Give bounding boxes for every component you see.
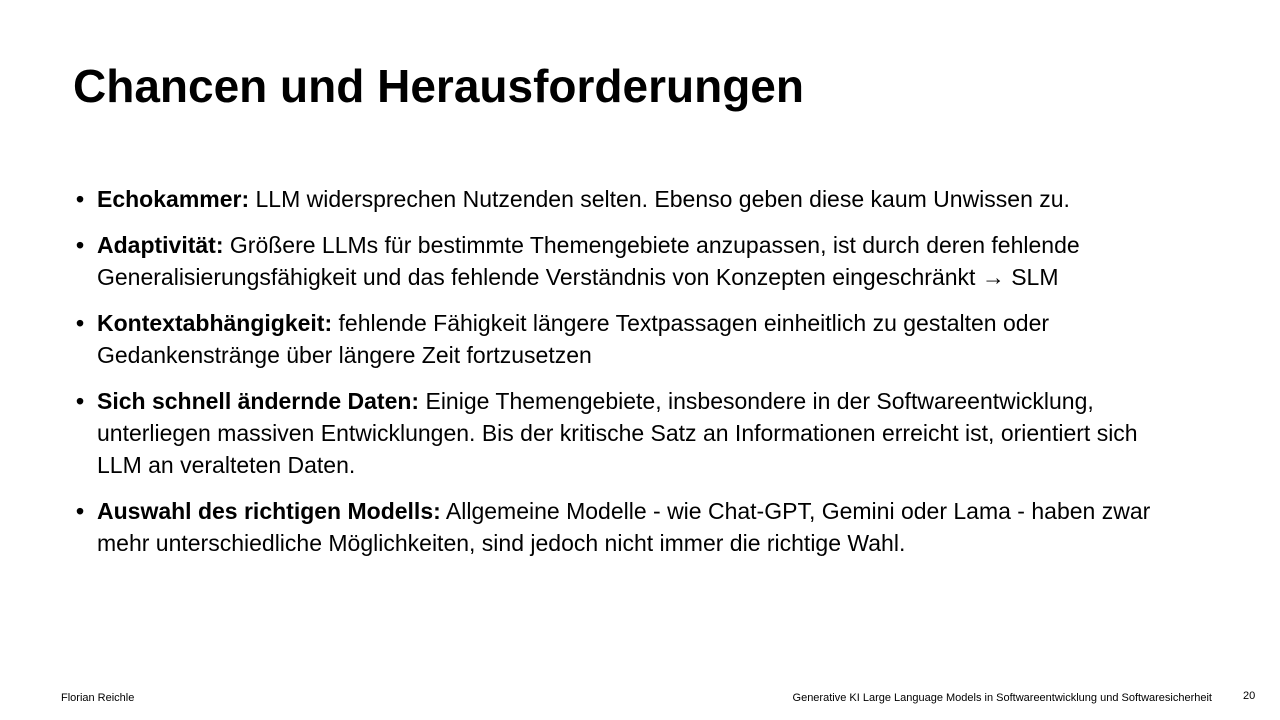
- bullet-dot-icon: •: [76, 388, 85, 414]
- bullet-dot-icon: •: [76, 310, 85, 336]
- bullet-item-modellauswahl: • Auswahl des richtigen Modells: Allgeme…: [76, 495, 1186, 559]
- bullet-dot-icon: •: [76, 232, 85, 258]
- bullet-term: Echokammer:: [97, 186, 250, 212]
- bullet-item-schnell-aendernde-daten: • Sich schnell ändernde Daten: Einige Th…: [76, 385, 1186, 481]
- footer-presentation-title: Generative KI Large Language Models in S…: [792, 692, 1212, 704]
- bullet-item-echokammer: • Echokammer: LLM widersprechen Nutzende…: [76, 183, 1186, 215]
- bullet-term: Auswahl des richtigen Modells:: [97, 498, 441, 524]
- page-number: 20: [1243, 690, 1256, 702]
- slide-title: Chancen und Herausforderungen: [73, 60, 804, 112]
- bullet-dot-icon: •: [76, 498, 85, 524]
- bullet-dot-icon: •: [76, 186, 85, 212]
- bullet-item-adaptivitaet: • Adaptivität: Größere LLMs für bestimmt…: [76, 229, 1186, 293]
- bullet-list: • Echokammer: LLM widersprechen Nutzende…: [76, 183, 1186, 573]
- bullet-item-kontextabhaengigkeit: • Kontextabhängigkeit: fehlende Fähigkei…: [76, 307, 1186, 371]
- bullet-text: LLM widersprechen Nutzenden selten. Eben…: [249, 186, 1070, 212]
- bullet-term: Kontextabhängigkeit:: [97, 310, 333, 336]
- bullet-term: Sich schnell ändernde Daten:: [97, 388, 420, 414]
- bullet-text: Größere LLMs für bestimmte Themengebiete…: [97, 232, 1080, 290]
- slide: Chancen und Herausforderungen • Echokamm…: [0, 0, 1280, 720]
- bullet-term: Adaptivität:: [97, 232, 224, 258]
- footer-author: Florian Reichle: [61, 692, 135, 704]
